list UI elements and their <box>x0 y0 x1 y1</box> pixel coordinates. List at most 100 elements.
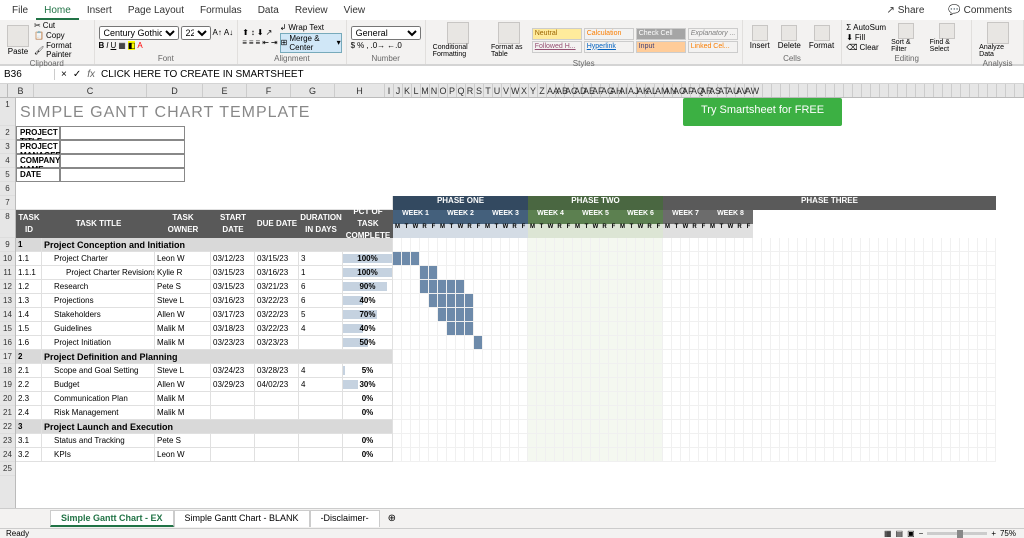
gantt-cell[interactable] <box>501 238 510 252</box>
gantt-cell[interactable] <box>681 434 690 448</box>
gantt-cell[interactable] <box>699 378 708 392</box>
gantt-cell[interactable] <box>825 336 834 350</box>
gantt-cell[interactable] <box>474 322 483 336</box>
gantt-cell[interactable] <box>834 266 843 280</box>
gantt-cell[interactable] <box>789 294 798 308</box>
gantt-cell[interactable] <box>960 364 969 378</box>
gantt-cell[interactable] <box>933 336 942 350</box>
gantt-cell[interactable] <box>402 280 411 294</box>
col-header[interactable]: K <box>403 84 412 97</box>
gantt-cell[interactable] <box>672 364 681 378</box>
gantt-cell[interactable] <box>789 420 798 434</box>
gantt-cell[interactable] <box>960 308 969 322</box>
gantt-cell[interactable] <box>456 392 465 406</box>
gantt-cell[interactable] <box>987 364 996 378</box>
gantt-cell[interactable] <box>906 266 915 280</box>
gantt-cell[interactable] <box>591 420 600 434</box>
gantt-cell[interactable] <box>537 266 546 280</box>
gantt-cell[interactable] <box>834 364 843 378</box>
gantt-cell[interactable] <box>870 406 879 420</box>
gantt-cell[interactable] <box>483 364 492 378</box>
align-right-icon[interactable]: ≡ <box>256 38 261 47</box>
fill-button[interactable]: ⬇ Fill <box>846 33 886 42</box>
gantt-cell[interactable] <box>753 322 762 336</box>
gantt-cell[interactable] <box>924 252 933 266</box>
gantt-cell[interactable] <box>816 392 825 406</box>
gantt-cell[interactable] <box>447 252 456 266</box>
row-header[interactable]: 10 <box>0 252 15 266</box>
gantt-cell[interactable] <box>519 350 528 364</box>
cell[interactable]: Steve L <box>155 294 211 308</box>
gantt-cell[interactable] <box>528 252 537 266</box>
cell[interactable]: Status and Tracking <box>42 434 155 448</box>
col-header[interactable]: J <box>394 84 403 97</box>
cell[interactable] <box>255 448 299 462</box>
formula-input[interactable]: CLICK HERE TO CREATE IN SMARTSHEET <box>101 69 304 80</box>
gantt-cell[interactable] <box>807 448 816 462</box>
gantt-cell[interactable] <box>537 294 546 308</box>
gantt-cell[interactable] <box>519 434 528 448</box>
gantt-cell[interactable] <box>519 336 528 350</box>
gantt-cell[interactable] <box>564 434 573 448</box>
gantt-cell[interactable] <box>870 378 879 392</box>
gantt-cell[interactable] <box>924 420 933 434</box>
gantt-cell[interactable] <box>672 308 681 322</box>
gantt-cell[interactable] <box>627 434 636 448</box>
gantt-cell[interactable] <box>627 364 636 378</box>
gantt-cell[interactable] <box>492 434 501 448</box>
gantt-cell[interactable] <box>447 350 456 364</box>
gantt-cell[interactable] <box>672 322 681 336</box>
gantt-cell[interactable] <box>474 350 483 364</box>
cell[interactable]: 03/16/23 <box>211 294 255 308</box>
gantt-cell[interactable] <box>600 336 609 350</box>
gantt-cell[interactable] <box>501 420 510 434</box>
gantt-cell[interactable] <box>537 406 546 420</box>
gantt-cell[interactable] <box>438 294 447 308</box>
gantt-cell[interactable] <box>834 434 843 448</box>
gantt-cell[interactable] <box>609 448 618 462</box>
gantt-cell[interactable] <box>960 280 969 294</box>
gantt-cell[interactable] <box>735 280 744 294</box>
gantt-cell[interactable] <box>852 364 861 378</box>
sheet-tab[interactable]: -Disclaimer- <box>310 510 380 527</box>
gantt-cell[interactable] <box>807 238 816 252</box>
gantt-cell[interactable] <box>726 392 735 406</box>
gantt-cell[interactable] <box>456 238 465 252</box>
gantt-cell[interactable] <box>708 448 717 462</box>
gantt-cell[interactable] <box>753 308 762 322</box>
cell[interactable]: Allen W <box>155 378 211 392</box>
row-header[interactable]: 20 <box>0 392 15 406</box>
gantt-cell[interactable] <box>852 308 861 322</box>
gantt-cell[interactable] <box>654 238 663 252</box>
cell[interactable]: 03/15/23 <box>255 252 299 266</box>
gantt-cell[interactable] <box>843 336 852 350</box>
cell[interactable]: 2.3 <box>16 392 42 406</box>
gantt-cell[interactable] <box>483 378 492 392</box>
gantt-cell[interactable] <box>546 294 555 308</box>
row-header[interactable]: 22 <box>0 420 15 434</box>
gantt-cell[interactable] <box>924 434 933 448</box>
gantt-cell[interactable] <box>681 420 690 434</box>
gantt-cell[interactable] <box>690 322 699 336</box>
gantt-cell[interactable] <box>600 406 609 420</box>
cell[interactable]: Scope and Goal Setting <box>42 364 155 378</box>
gantt-cell[interactable] <box>672 420 681 434</box>
gantt-cell[interactable] <box>429 252 438 266</box>
gantt-cell[interactable] <box>708 336 717 350</box>
gantt-cell[interactable] <box>636 336 645 350</box>
gantt-cell[interactable] <box>645 308 654 322</box>
gantt-cell[interactable] <box>879 266 888 280</box>
cell[interactable]: 4 <box>299 322 343 336</box>
project-info-value[interactable] <box>60 140 185 154</box>
gantt-cell[interactable] <box>987 252 996 266</box>
gantt-cell[interactable] <box>609 378 618 392</box>
gantt-cell[interactable] <box>546 336 555 350</box>
gantt-cell[interactable] <box>771 322 780 336</box>
gantt-cell[interactable] <box>825 238 834 252</box>
style-input[interactable]: Input <box>636 41 686 53</box>
cell[interactable]: Budget <box>42 378 155 392</box>
gantt-cell[interactable] <box>483 350 492 364</box>
gantt-cell[interactable] <box>726 364 735 378</box>
gantt-cell[interactable] <box>690 238 699 252</box>
gantt-cell[interactable] <box>465 266 474 280</box>
